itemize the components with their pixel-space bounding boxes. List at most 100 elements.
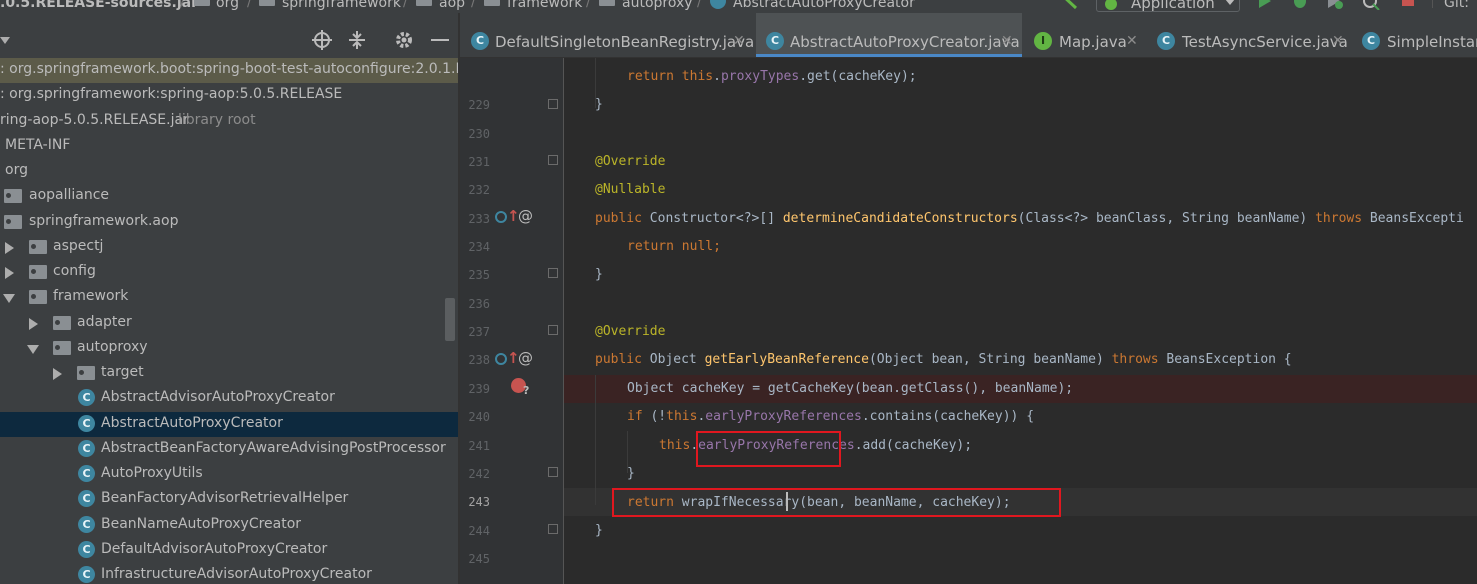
run-configuration-select[interactable]: Application bbox=[1096, 0, 1240, 12]
tree-item-label: aopalliance bbox=[29, 187, 110, 203]
line-number: 232 bbox=[468, 183, 490, 197]
package-icon bbox=[4, 215, 22, 229]
tree-item-framework[interactable]: framework bbox=[0, 285, 458, 310]
collapse-arrow-icon[interactable] bbox=[3, 294, 15, 303]
tree-item-adapter[interactable]: adapter bbox=[0, 311, 458, 336]
code-line: return null; bbox=[627, 239, 721, 254]
tree-item-org[interactable]: org bbox=[0, 159, 458, 184]
breadcrumb-springframework[interactable]: springframework bbox=[282, 0, 401, 11]
run-with-coverage-icon[interactable] bbox=[1325, 0, 1345, 10]
navigation-bar: .0.5.RELEASE-sources.jar / org / springf… bbox=[0, 0, 1477, 13]
line-number: 230 bbox=[468, 127, 490, 141]
tree-item-class[interactable]: C BeanNameAutoProxyCreator bbox=[0, 513, 458, 538]
breadcrumb-class[interactable]: AbstractAutoProxyCreator bbox=[733, 0, 915, 11]
tree-item-aopalliance[interactable]: aopalliance bbox=[0, 184, 458, 209]
expand-arrow-icon[interactable] bbox=[53, 368, 62, 380]
run-icon[interactable] bbox=[1256, 0, 1274, 10]
highlight-box-return-wrap bbox=[612, 488, 1061, 517]
class-icon: C bbox=[78, 541, 95, 558]
tree-item-class-selected[interactable]: C AbstractAutoProxyCreator bbox=[0, 412, 458, 437]
breadcrumb-separator: / bbox=[180, 0, 185, 10]
debug-icon[interactable] bbox=[1290, 0, 1310, 10]
toolbar-separator bbox=[1432, 0, 1433, 8]
package-icon bbox=[29, 265, 47, 279]
tab-abstract-auto-proxy-creator[interactable]: C AbstractAutoProxyCreator.java ✕ bbox=[756, 13, 1022, 57]
tab-test-async-service[interactable]: C TestAsyncService.java ✕ bbox=[1148, 13, 1348, 57]
breadcrumb-autoproxy[interactable]: autoproxy bbox=[622, 0, 693, 11]
class-icon: C bbox=[766, 32, 784, 50]
annotation-icon: @ bbox=[518, 207, 533, 225]
tree-item-config[interactable]: config bbox=[0, 260, 458, 285]
fold-marker-icon[interactable] bbox=[548, 155, 558, 165]
code-line: } bbox=[595, 267, 603, 282]
tree-item-label: : org.springframework.boot:spring-boot-t… bbox=[0, 61, 458, 77]
fold-marker-icon[interactable] bbox=[548, 524, 558, 534]
tree-item-label: AbstractAutoProxyCreator bbox=[101, 415, 283, 431]
fold-marker-icon[interactable] bbox=[548, 325, 558, 335]
close-icon[interactable]: ✕ bbox=[733, 33, 745, 49]
class-icon: C bbox=[78, 490, 95, 507]
tree-item-aspectj[interactable]: aspectj bbox=[0, 235, 458, 260]
expand-arrow-icon[interactable] bbox=[5, 242, 14, 254]
gear-icon[interactable] bbox=[394, 30, 414, 50]
tree-item-jar[interactable]: ring-aop-5.0.5.RELEASE.jar library root bbox=[0, 109, 458, 134]
collapse-arrow-icon[interactable] bbox=[27, 345, 39, 354]
tree-item-springframework-aop[interactable]: springframework.aop bbox=[0, 210, 458, 235]
line-number: 231 bbox=[468, 155, 490, 169]
expand-arrow-icon[interactable] bbox=[29, 318, 38, 330]
overrides-method-icon[interactable] bbox=[495, 211, 507, 223]
breadcrumb-separator: / bbox=[586, 0, 591, 10]
code-line: } bbox=[595, 97, 603, 112]
chevron-down-icon[interactable] bbox=[0, 37, 10, 44]
tab-map[interactable]: I Map.java ✕ bbox=[1026, 13, 1144, 57]
locate-crosshair-icon[interactable] bbox=[312, 30, 332, 50]
tree-item-class[interactable]: C AbstractBeanFactoryAwareAdvisingPostPr… bbox=[0, 437, 458, 462]
fold-marker-icon[interactable] bbox=[548, 268, 558, 278]
class-icon: C bbox=[78, 516, 95, 533]
build-hammer-icon[interactable] bbox=[1060, 0, 1080, 10]
breadcrumb-jar[interactable]: .0.5.RELEASE-sources.jar bbox=[0, 0, 198, 11]
tree-item-label: : org.springframework:spring-aop:5.0.5.R… bbox=[0, 86, 343, 102]
line-number: 244 bbox=[468, 524, 490, 538]
breadcrumb-org[interactable]: org bbox=[216, 0, 239, 11]
close-icon[interactable]: ✕ bbox=[1126, 33, 1138, 49]
fold-marker-icon[interactable] bbox=[548, 467, 558, 477]
tree-item-target[interactable]: target bbox=[0, 361, 458, 386]
package-icon bbox=[53, 341, 71, 355]
tree-item-meta-inf[interactable]: META-INF bbox=[0, 134, 458, 159]
tab-default-singleton-bean-registry[interactable]: C DefaultSingletonBeanRegistry.java ✕ bbox=[460, 13, 754, 57]
class-icon: C bbox=[78, 566, 95, 583]
tree-item-label: META-INF bbox=[5, 137, 71, 153]
breadcrumb-framework[interactable]: framework bbox=[507, 0, 582, 11]
tree-item-library[interactable]: : org.springframework.boot:spring-boot-t… bbox=[0, 58, 458, 83]
stop-icon[interactable] bbox=[1400, 0, 1416, 10]
minimize-icon[interactable] bbox=[431, 39, 449, 41]
vcs-label: Git: bbox=[1444, 0, 1469, 11]
tree-item-library[interactable]: : org.springframework:spring-aop:5.0.5.R… bbox=[0, 83, 458, 108]
tree-item-autoproxy[interactable]: autoproxy bbox=[0, 336, 458, 361]
breadcrumb-aop[interactable]: aop bbox=[439, 0, 465, 11]
tree-item-class[interactable]: C AutoProxyUtils bbox=[0, 462, 458, 487]
profile-icon[interactable] bbox=[1362, 0, 1382, 10]
project-tree-scrollbar[interactable] bbox=[445, 298, 455, 341]
tree-item-class[interactable]: C InfrastructureAdvisorAutoProxyCreator bbox=[0, 563, 458, 584]
tree-item-class[interactable]: C DefaultAdvisorAutoProxyCreator bbox=[0, 538, 458, 563]
line-number: 240 bbox=[468, 410, 490, 424]
close-icon[interactable]: ✕ bbox=[1001, 33, 1013, 49]
tab-simple-instantiation[interactable]: C SimpleInstant bbox=[1353, 13, 1477, 57]
close-icon[interactable]: ✕ bbox=[1332, 33, 1344, 49]
line-number: 241 bbox=[468, 439, 490, 453]
collapse-all-icon[interactable] bbox=[347, 30, 367, 50]
code-line: @Nullable bbox=[595, 182, 666, 197]
folder-icon bbox=[416, 0, 432, 6]
folder-icon bbox=[194, 0, 210, 6]
class-icon bbox=[710, 0, 726, 9]
overrides-method-icon[interactable] bbox=[495, 353, 507, 365]
tree-item-class[interactable]: C BeanFactoryAdvisorRetrievalHelper bbox=[0, 487, 458, 512]
expand-arrow-icon[interactable] bbox=[5, 267, 14, 279]
highlight-box-early-proxy-references bbox=[696, 431, 841, 467]
fold-marker-icon[interactable] bbox=[548, 99, 558, 109]
code-editor[interactable]: 229 230 231 232 233 234 235 236 237 238 … bbox=[460, 58, 1477, 584]
tree-item-label: BeanNameAutoProxyCreator bbox=[101, 516, 302, 532]
tree-item-class[interactable]: C AbstractAdvisorAutoProxyCreator bbox=[0, 386, 458, 411]
